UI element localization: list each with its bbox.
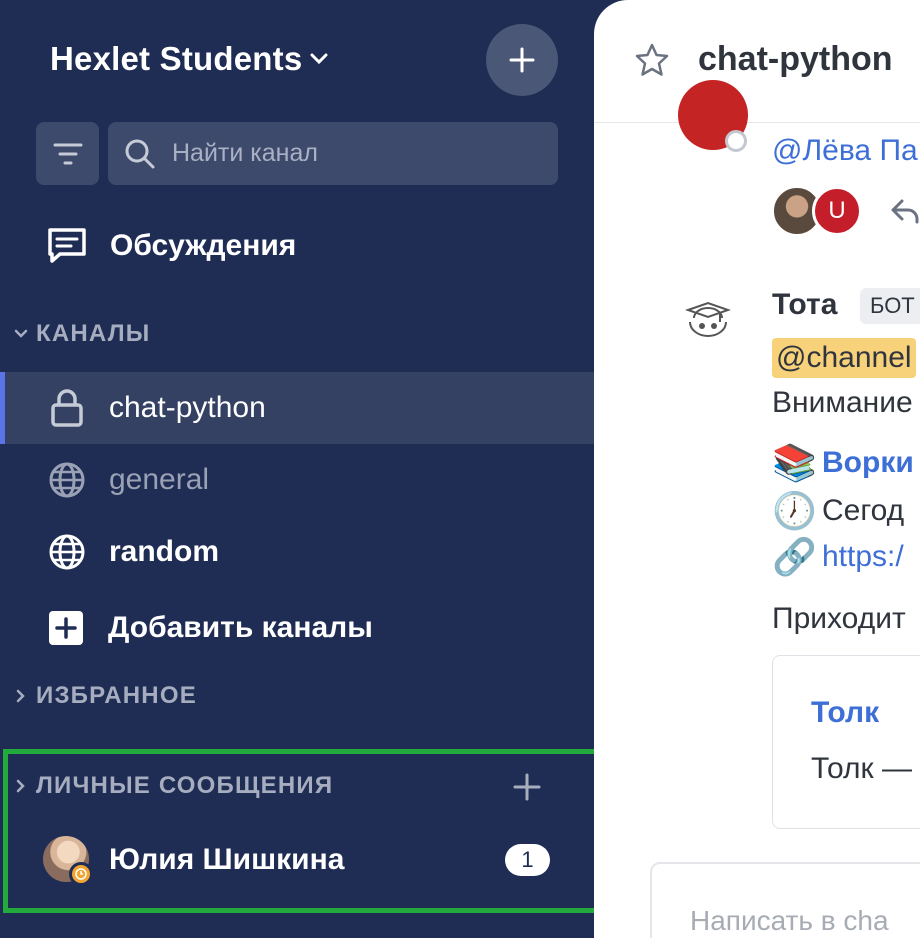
lock-icon bbox=[50, 388, 84, 428]
channels-section-label: КАНАЛЫ bbox=[36, 320, 151, 347]
bot-avatar-icon bbox=[684, 300, 732, 347]
clock-icon: 🕖 bbox=[772, 490, 817, 531]
channel-label: chat-python bbox=[109, 391, 266, 424]
message-text: Внимание bbox=[772, 386, 913, 419]
filter-button[interactable] bbox=[36, 122, 99, 185]
message-list-item: 🕖 Сегод bbox=[772, 490, 904, 532]
search-input[interactable] bbox=[170, 138, 534, 169]
message-text: Сегод bbox=[822, 494, 905, 527]
message-composer[interactable] bbox=[650, 862, 920, 938]
globe-icon bbox=[48, 461, 86, 499]
preview-title[interactable]: Толк bbox=[811, 696, 879, 730]
link-preview[interactable]: Толк Толк — bbox=[772, 655, 920, 829]
user-mention[interactable]: @Лёва Па bbox=[772, 134, 918, 168]
preview-description: Толк — bbox=[811, 752, 912, 785]
filter-icon bbox=[53, 143, 82, 164]
chevron-down-icon bbox=[10, 329, 32, 339]
plus-icon bbox=[509, 47, 535, 73]
clock-icon bbox=[69, 862, 93, 886]
channel-header: chat-python bbox=[594, 0, 920, 123]
channel-title: chat-python bbox=[698, 40, 893, 78]
channel-view: chat-python @Лёва Па U Тота БОТ @channel… bbox=[594, 0, 920, 938]
message-input[interactable] bbox=[688, 904, 920, 938]
bot-tag: БОТ bbox=[860, 288, 920, 324]
channel-label: general bbox=[109, 463, 210, 496]
workspace-title: Hexlet Students bbox=[50, 40, 303, 77]
link-icon: 🔗 bbox=[772, 536, 817, 577]
create-new-button[interactable] bbox=[486, 24, 558, 96]
sidebar: Hexlet Students Обсуждения bbox=[0, 0, 594, 938]
favorites-section-label: ИЗБРАННОЕ bbox=[36, 682, 197, 709]
channels-section-toggle[interactable]: КАНАЛЫ bbox=[10, 320, 150, 348]
chevron-right-icon bbox=[10, 779, 32, 793]
dm-item-yulia[interactable]: Юлия Шишкина 1 bbox=[0, 826, 594, 894]
unread-badge: 1 bbox=[505, 844, 550, 876]
bot-name[interactable]: Тота bbox=[772, 288, 837, 322]
discussion-icon bbox=[46, 226, 88, 266]
favorites-section-toggle[interactable]: ИЗБРАННОЕ bbox=[10, 682, 197, 710]
message-link[interactable]: https:/ bbox=[822, 540, 904, 574]
reply-icon[interactable] bbox=[890, 198, 920, 229]
add-channels-button[interactable]: Добавить каналы bbox=[0, 592, 594, 664]
books-icon: 📚 bbox=[772, 442, 817, 483]
new-dm-button[interactable] bbox=[512, 772, 542, 807]
add-channels-label: Добавить каналы bbox=[108, 611, 373, 644]
chevron-down-icon bbox=[310, 53, 328, 65]
workspace-switcher[interactable]: Hexlet Students bbox=[50, 40, 328, 78]
message-list-item: 📚 Ворки bbox=[772, 442, 914, 484]
add-square-icon bbox=[48, 610, 84, 646]
discussions-label: Обсуждения bbox=[110, 229, 297, 262]
sidebar-item-random[interactable]: random bbox=[0, 516, 594, 588]
channel-label: random bbox=[109, 535, 220, 568]
sidebar-item-chat-python[interactable]: chat-python bbox=[0, 372, 594, 444]
channel-mention: @channel bbox=[772, 338, 916, 378]
avatar[interactable]: U bbox=[812, 186, 862, 236]
search-icon bbox=[124, 138, 156, 170]
dm-section-toggle[interactable]: ЛИЧНЫЕ СООБЩЕНИЯ bbox=[10, 772, 333, 800]
globe-icon bbox=[48, 533, 86, 571]
star-icon[interactable] bbox=[634, 42, 670, 83]
sidebar-item-general[interactable]: general bbox=[0, 444, 594, 516]
message-list-item: 🔗 https:/ bbox=[772, 536, 904, 578]
dm-name: Юлия Шишкина bbox=[109, 843, 345, 876]
chevron-right-icon bbox=[10, 689, 32, 703]
channel-search[interactable] bbox=[108, 122, 558, 185]
plus-icon bbox=[513, 773, 541, 801]
dm-section-label: ЛИЧНЫЕ СООБЩЕНИЯ bbox=[36, 772, 334, 799]
message-link[interactable]: Ворки bbox=[822, 446, 914, 480]
status-indicator bbox=[725, 130, 747, 152]
discussions-item[interactable]: Обсуждения bbox=[0, 218, 594, 274]
message-text: Приходит bbox=[772, 602, 906, 635]
